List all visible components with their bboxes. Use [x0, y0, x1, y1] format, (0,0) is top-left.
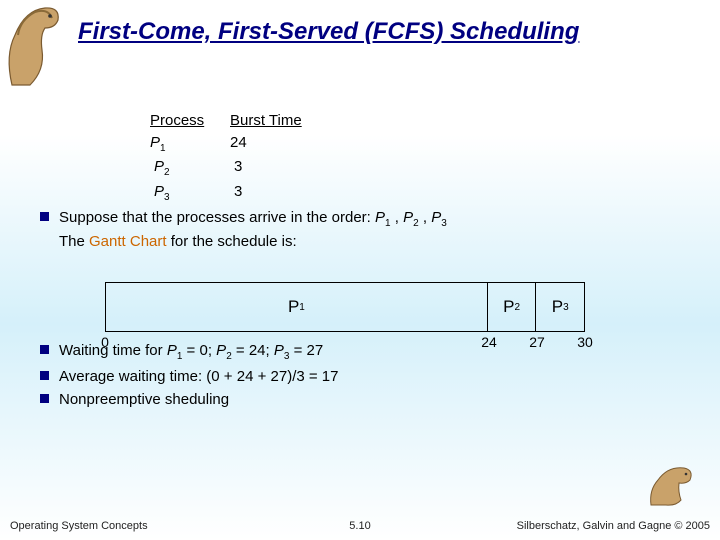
burst-value: 24	[230, 132, 390, 157]
table-row: P1 24	[150, 132, 680, 157]
process-sub: 1	[160, 143, 166, 154]
table-row: P2 3	[150, 156, 680, 181]
text: P	[375, 209, 385, 226]
text: P	[167, 342, 177, 359]
lower-bullets: Waiting time for P1 = 0; P2 = 24; P3 = 2…	[60, 338, 690, 410]
process-label: P	[154, 158, 164, 175]
dinosaur-top-icon	[0, 0, 66, 90]
dinosaur-bottom-icon	[646, 460, 700, 510]
bullet-icon	[40, 394, 49, 403]
bullet-icon	[40, 371, 49, 380]
text: P	[274, 342, 284, 359]
text: ,	[419, 209, 432, 226]
text: ,	[391, 209, 404, 226]
text: Suppose that the processes arrive in the…	[59, 209, 375, 226]
text: Waiting time for	[59, 342, 167, 359]
col-header-process: Process	[150, 110, 204, 132]
gantt-sub: 3	[563, 302, 569, 313]
bullet-suppose: Suppose that the processes arrive in the…	[80, 207, 680, 252]
gantt-label: P	[288, 297, 299, 317]
text: The	[59, 233, 89, 250]
burst-value: 3	[234, 181, 394, 206]
process-sub: 2	[164, 167, 170, 178]
gantt-sub: 1	[299, 302, 305, 313]
gantt-cell: P3	[536, 283, 584, 331]
bullet-icon	[40, 212, 49, 221]
col-header-burst: Burst Time	[230, 110, 382, 132]
text: = 0;	[182, 342, 216, 359]
gantt-label: P	[503, 297, 514, 317]
bullet-average: Average waiting time: (0 + 24 + 27)/3 = …	[59, 366, 690, 387]
text: P	[216, 342, 226, 359]
bullet-nonpreemptive: Nonpreemptive sheduling	[59, 389, 690, 410]
footer-right: Silberschatz, Galvin and Gagne © 2005	[517, 520, 710, 532]
content-area: Process Burst Time P1 24 P2 3 P3 3 Suppo…	[80, 110, 680, 252]
process-label: P	[150, 134, 160, 151]
gantt-cell: P2	[488, 283, 537, 331]
text: P	[431, 209, 441, 226]
process-label: P	[154, 183, 164, 200]
bullet-waiting-time: Waiting time for P1 = 0; P2 = 24; P3 = 2…	[59, 340, 690, 364]
gantt-chart-link-text: Gantt Chart	[89, 233, 167, 250]
burst-value: 3	[234, 156, 394, 181]
gantt-cell: P1	[106, 283, 488, 331]
bullet-icon	[40, 345, 49, 354]
gantt-label: P	[552, 297, 563, 317]
process-sub: 3	[164, 192, 170, 203]
text: = 27	[289, 342, 323, 359]
text: for the schedule is:	[167, 233, 297, 250]
slide-title: First-Come, First-Served (FCFS) Scheduli…	[78, 18, 700, 46]
text: P	[403, 209, 413, 226]
table-row: P3 3	[150, 181, 680, 206]
gantt-sub: 2	[514, 302, 520, 313]
text: 3	[441, 218, 447, 229]
text: = 24;	[232, 342, 274, 359]
